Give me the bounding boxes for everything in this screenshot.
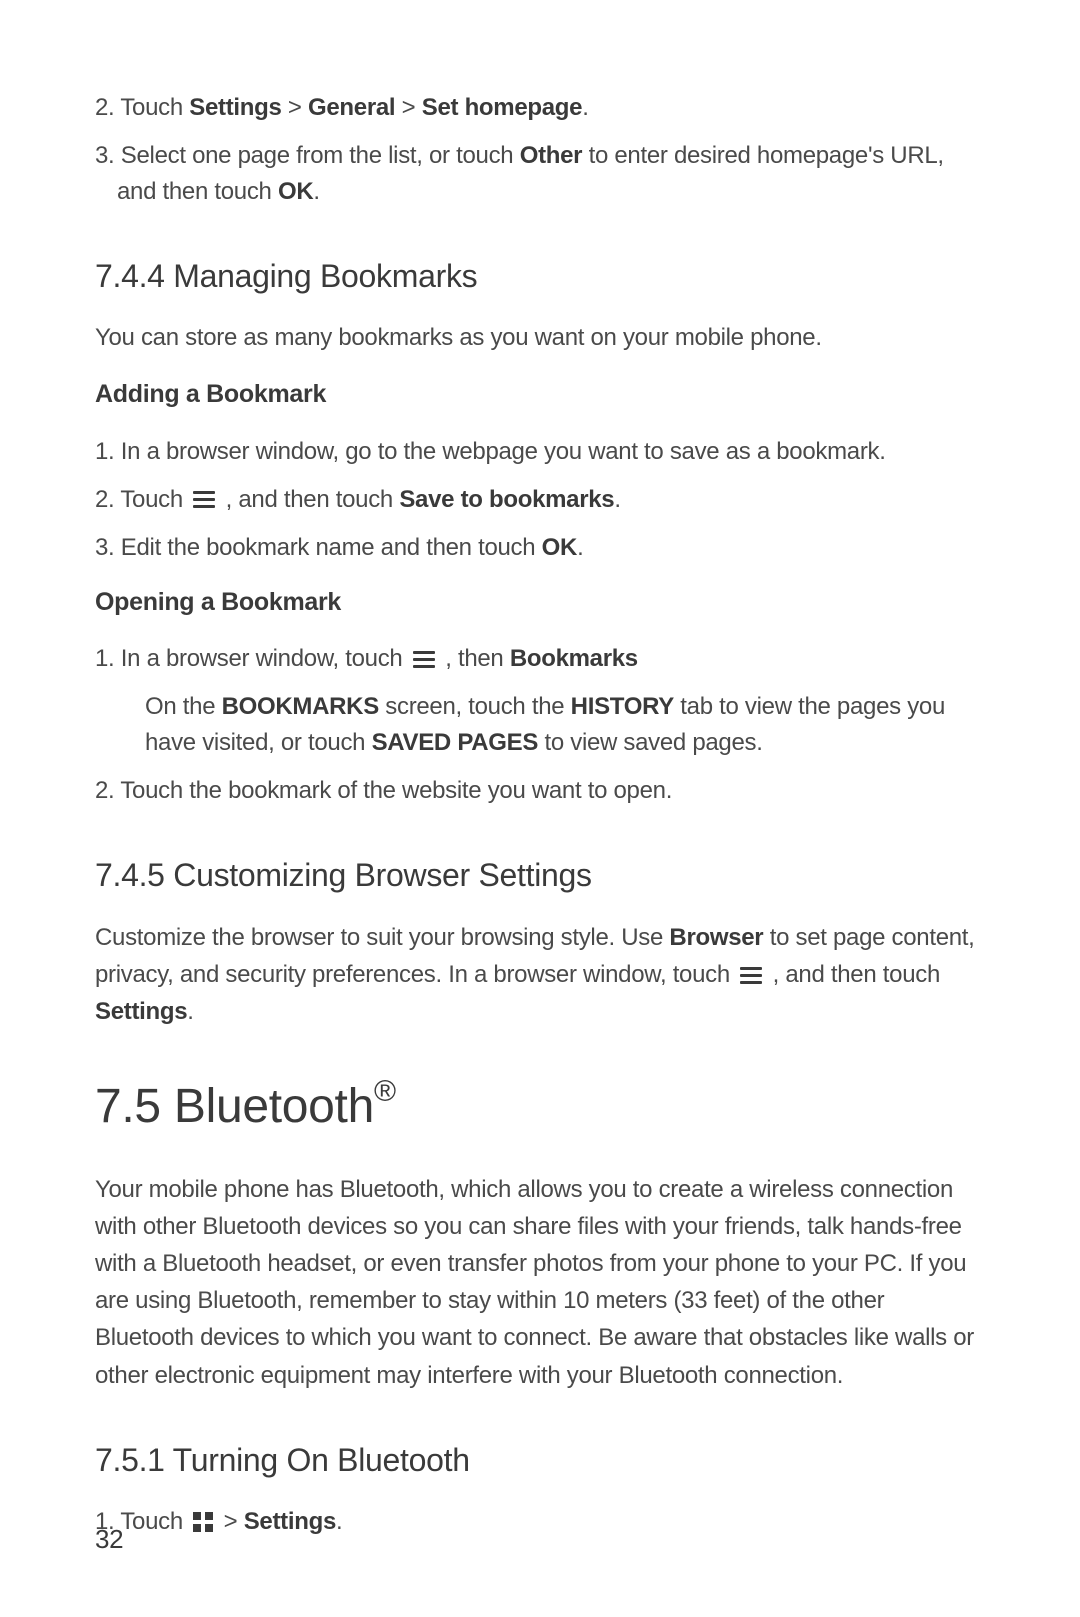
bold-text: BOOKMARKS (222, 693, 379, 720)
step-text: . (313, 178, 319, 205)
intro-text: You can store as many bookmarks as you w… (95, 320, 985, 356)
bold-text: Bookmarks (510, 645, 638, 672)
step-text: 1. In a browser window, touch (95, 645, 409, 672)
step-text: . (614, 486, 620, 513)
menu-icon (740, 967, 762, 985)
menu-icon (413, 651, 435, 669)
step-item: 3. Edit the bookmark name and then touch… (95, 530, 985, 566)
step-text: > (282, 94, 308, 121)
step-text: . (336, 1508, 342, 1535)
step-item: 3. Select one page from the list, or tou… (95, 138, 985, 210)
step-item: 2. Touch , and then touch Save to bookma… (95, 482, 985, 518)
bold-text: OK (542, 534, 577, 561)
step-text: screen, touch the (379, 693, 571, 720)
step-text: , and then touch (219, 486, 399, 513)
step-text: Select one page from the list, or touch (121, 142, 520, 169)
bold-text: Other (520, 142, 583, 169)
registered-symbol: ® (374, 1075, 396, 1108)
bold-text: Settings (189, 94, 281, 121)
body-text: Your mobile phone has Bluetooth, which a… (95, 1171, 985, 1394)
apps-grid-icon (193, 1512, 213, 1532)
heading-745: 7.4.5 Customizing Browser Settings (95, 851, 985, 899)
step-text: . (577, 534, 583, 561)
step-item: 1. In a browser window, touch , then Boo… (95, 641, 985, 677)
step-item: 2. Touch Settings > General > Set homepa… (95, 90, 985, 126)
bold-text: SAVED PAGES (372, 729, 539, 756)
page-number: 32 (95, 1520, 123, 1559)
step-text: 2. Touch (95, 486, 189, 513)
heading-744: 7.4.4 Managing Bookmarks (95, 252, 985, 300)
step-text: to view saved pages. (538, 729, 763, 756)
step-note: On the BOOKMARKS screen, touch the HISTO… (95, 689, 985, 761)
heading-751: 7.5.1 Turning On Bluetooth (95, 1436, 985, 1484)
step-text: 3. Edit the bookmark name and then touch (95, 534, 542, 561)
step-text: > (217, 1508, 243, 1535)
bold-text: Browser (669, 924, 763, 951)
subheading-opening: Opening a Bookmark (95, 584, 985, 622)
menu-icon (193, 491, 215, 509)
step-text: Touch (120, 94, 189, 121)
step-text: . (582, 94, 588, 121)
bold-text: OK (278, 178, 313, 205)
bold-text: Save to bookmarks (399, 486, 614, 513)
step-text: > (395, 94, 421, 121)
step-text: On the (145, 693, 222, 720)
step-item: 1. In a browser window, go to the webpag… (95, 434, 985, 470)
text: Customize the browser to suit your brows… (95, 924, 669, 951)
step-text: , then (439, 645, 510, 672)
bold-text: Set homepage (422, 94, 582, 121)
step-num: 2. (95, 94, 114, 121)
heading-text: 7.5 Bluetooth (95, 1080, 374, 1133)
subheading-adding: Adding a Bookmark (95, 376, 985, 414)
text: . (187, 998, 193, 1025)
bold-text: Settings (95, 998, 187, 1025)
step-item: 2. Touch the bookmark of the website you… (95, 773, 985, 809)
step-item: 1. Touch > Settings. (95, 1504, 985, 1540)
bold-text: Settings (244, 1508, 336, 1535)
step-num: 3. (95, 142, 114, 169)
text: , and then touch (766, 961, 940, 988)
bold-text: HISTORY (571, 693, 674, 720)
heading-75: 7.5 Bluetooth® (95, 1071, 985, 1143)
bold-text: General (308, 94, 395, 121)
body-text: Customize the browser to suit your brows… (95, 919, 985, 1031)
